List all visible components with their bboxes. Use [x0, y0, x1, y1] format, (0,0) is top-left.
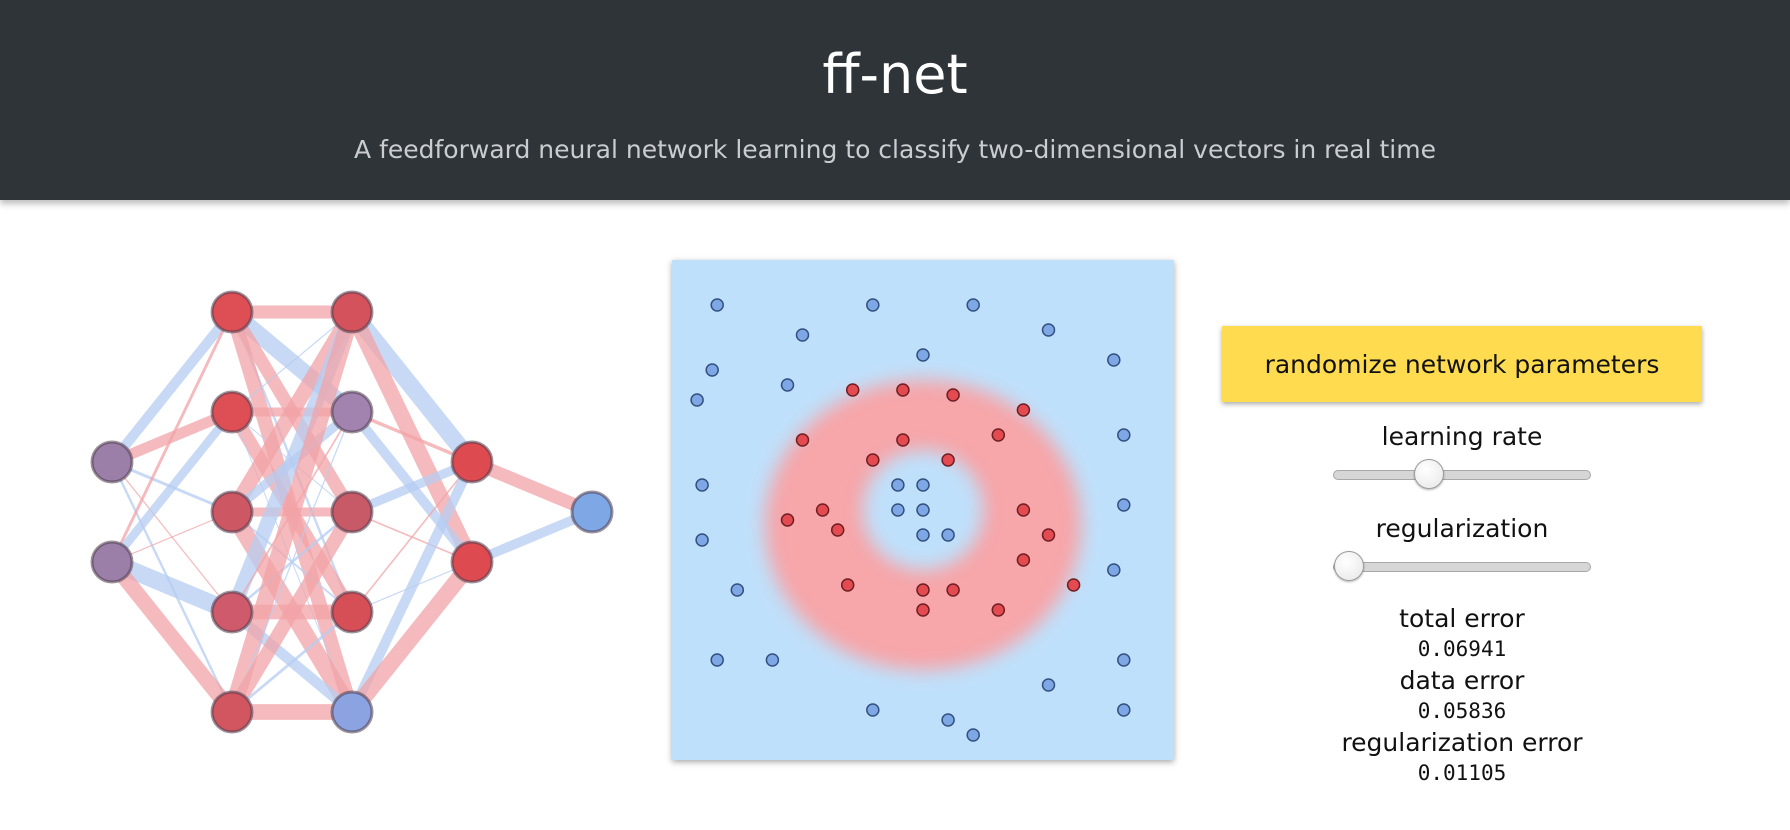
negative-data-point — [966, 728, 980, 742]
regularization-slider[interactable] — [1333, 551, 1591, 581]
negative-data-point — [765, 653, 780, 667]
positive-data-point — [946, 388, 960, 402]
positive-data-point — [991, 603, 1006, 617]
network-nodes — [90, 290, 614, 734]
hidden-1-node — [210, 390, 254, 434]
hidden-2-node — [330, 390, 374, 434]
negative-data-point — [1041, 678, 1056, 692]
negative-data-point — [1117, 498, 1131, 512]
negative-data-point — [1117, 703, 1131, 717]
hidden-2-node — [330, 490, 374, 534]
negative-data-point — [705, 363, 719, 377]
positive-data-point — [916, 583, 930, 597]
negative-data-point — [695, 478, 709, 492]
negative-data-point — [966, 298, 980, 312]
hidden-1-node — [210, 290, 254, 334]
regularization-label: regularization — [1375, 514, 1549, 543]
hidden-2-node — [330, 290, 374, 334]
input-node — [90, 540, 134, 584]
negative-data-point — [1117, 653, 1131, 667]
control-panel: randomize network parameters learning ra… — [1222, 326, 1702, 788]
randomize-parameters-button[interactable]: randomize network parameters — [1222, 326, 1702, 402]
hidden-1-node — [210, 590, 254, 634]
network-diagram — [90, 290, 614, 734]
positive-data-point — [845, 383, 860, 397]
negative-data-point — [916, 528, 930, 542]
negative-data-point — [710, 653, 724, 667]
hidden-1-node — [210, 490, 254, 534]
positive-data-point — [840, 578, 855, 592]
negative-data-point — [1107, 353, 1121, 367]
page-header: ff-net A feedforward neural network lear… — [0, 0, 1790, 200]
output-node — [570, 490, 614, 534]
page-title: ff-net — [822, 43, 968, 106]
learning-rate-label: learning rate — [1381, 422, 1543, 451]
negative-data-point — [780, 378, 795, 392]
hidden-2-node — [330, 690, 374, 734]
regularization-track[interactable] — [1333, 562, 1591, 572]
total-error-label: total error — [1399, 604, 1525, 633]
total-error-value: 0.06941 — [1417, 637, 1507, 661]
hidden-3-node — [450, 540, 494, 584]
data-error-label: data error — [1399, 666, 1525, 695]
positive-data-point — [896, 433, 910, 447]
negative-data-point — [1107, 563, 1121, 577]
negative-data-point — [695, 533, 709, 547]
positive-data-point — [1016, 553, 1031, 567]
positive-data-point — [780, 513, 795, 527]
regularization-error-label: regularization error — [1341, 728, 1583, 757]
positive-data-point — [815, 503, 830, 517]
positive-data-point — [866, 453, 880, 467]
negative-data-point — [916, 503, 930, 517]
negative-data-point — [941, 713, 955, 727]
learning-rate-track[interactable] — [1333, 470, 1591, 480]
hidden-2-node — [330, 590, 374, 634]
positive-data-point — [916, 603, 930, 617]
negative-data-point — [866, 703, 880, 717]
hidden-3-node — [450, 440, 494, 484]
positive-data-point — [830, 523, 845, 537]
learning-rate-slider[interactable] — [1333, 459, 1591, 489]
data-error-value: 0.05836 — [1417, 699, 1507, 723]
negative-data-point — [916, 348, 930, 362]
classification-plot — [672, 260, 1174, 760]
regularization-error-value: 0.01105 — [1417, 761, 1507, 785]
positive-data-point — [1066, 578, 1081, 592]
learning-rate-handle[interactable] — [1414, 459, 1445, 489]
hidden-1-node — [210, 690, 254, 734]
negative-data-point — [1117, 428, 1131, 442]
positive-data-point — [896, 383, 910, 397]
negative-data-point — [730, 583, 745, 597]
page-subtitle: A feedforward neural network learning to… — [354, 135, 1436, 164]
positive-data-point — [991, 428, 1006, 442]
negative-data-point — [710, 298, 724, 312]
negative-data-point — [1041, 323, 1056, 337]
positive-data-point — [941, 453, 955, 467]
positive-data-point — [1016, 503, 1031, 517]
negative-data-point — [941, 528, 955, 542]
negative-data-point — [795, 328, 810, 342]
positive-data-point — [946, 583, 960, 597]
regularization-handle[interactable] — [1334, 551, 1365, 581]
input-node — [90, 440, 134, 484]
positive-data-point — [1016, 403, 1031, 417]
positive-data-point — [795, 433, 810, 447]
negative-data-point — [690, 393, 704, 407]
negative-data-point — [891, 478, 905, 492]
negative-data-point — [891, 503, 905, 517]
negative-data-point — [866, 298, 880, 312]
negative-data-point — [916, 478, 930, 492]
positive-data-point — [1041, 528, 1056, 542]
